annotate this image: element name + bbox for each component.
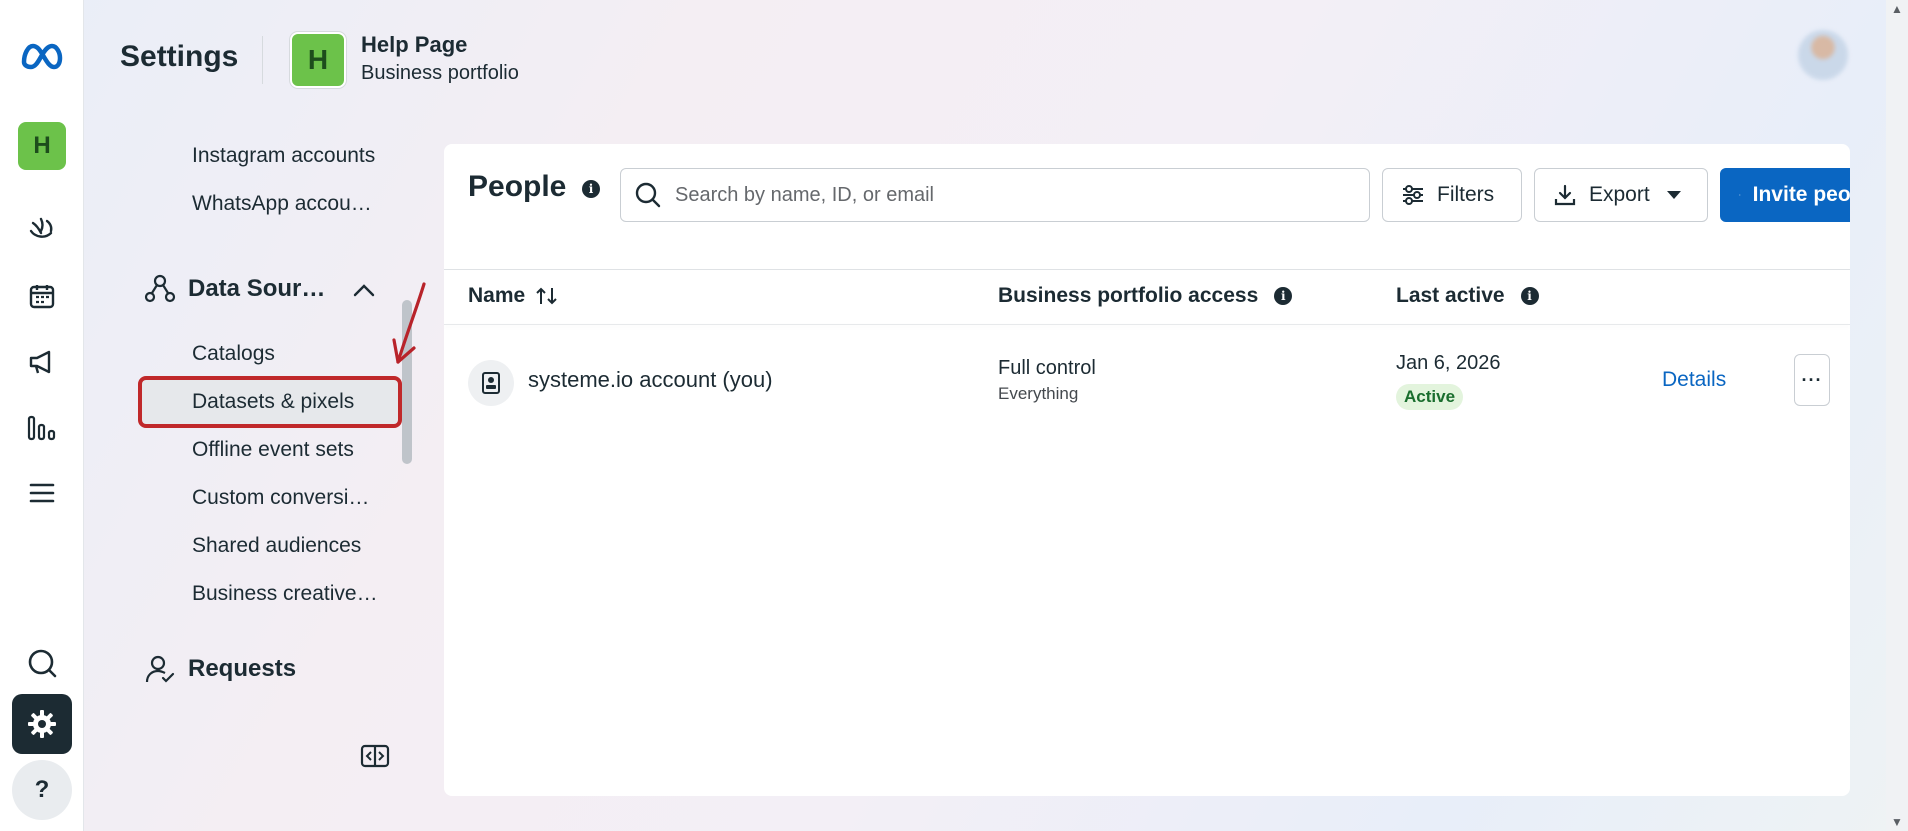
divider — [444, 324, 1850, 325]
calendar-icon[interactable] — [0, 276, 84, 316]
export-button[interactable]: Export — [1534, 168, 1708, 222]
page-scrollbar[interactable]: ▲ ▼ — [1886, 0, 1908, 831]
data-sources-icon — [144, 274, 176, 303]
chevron-up-icon[interactable] — [352, 282, 376, 298]
left-rail: H ? — [0, 0, 84, 831]
scroll-down-arrow-icon[interactable]: ▼ — [1891, 815, 1903, 829]
collapse-sidebar-icon[interactable] — [360, 744, 390, 768]
sidebar-section-label: Requests — [188, 655, 297, 682]
sort-icon[interactable] — [535, 286, 559, 306]
invite-label: Invite people — [1752, 183, 1850, 206]
sidebar-item-instagram-accounts[interactable]: Instagram accounts — [192, 144, 375, 168]
search-input[interactable] — [675, 183, 1335, 207]
settings-button[interactable] — [12, 694, 72, 754]
column-header-name[interactable]: Name — [468, 284, 559, 308]
column-header-label: Name — [468, 284, 526, 307]
export-label: Export — [1589, 183, 1650, 206]
requests-icon — [145, 655, 175, 683]
column-header-access: Business portfolio access i — [998, 284, 1293, 308]
search-icon[interactable] — [0, 643, 84, 683]
gear-icon — [28, 710, 56, 738]
divider — [444, 269, 1850, 270]
profile-avatar[interactable] — [1798, 30, 1848, 80]
info-icon[interactable]: i — [1274, 287, 1293, 305]
business-name[interactable]: Help Page — [361, 32, 467, 58]
access-level: Full control — [998, 357, 1096, 379]
info-icon[interactable]: i — [1520, 287, 1539, 305]
column-header-label: Business portfolio access — [998, 284, 1259, 307]
people-panel: People i Filters Export Invite people Na… — [444, 144, 1850, 796]
business-suite-icon[interactable] — [0, 208, 84, 248]
sidebar-item-business-creative[interactable]: Business creative… — [192, 582, 378, 606]
sidebar-section-requests[interactable]: Requests — [144, 654, 296, 684]
sidebar-section-label: Data Sour… — [188, 275, 326, 302]
help-button[interactable]: ? — [12, 760, 72, 820]
sidebar-item-offline-event-sets[interactable]: Offline event sets — [192, 438, 354, 462]
megaphone-icon[interactable] — [0, 342, 84, 382]
scroll-up-arrow-icon[interactable]: ▲ — [1891, 2, 1903, 16]
business-avatar[interactable]: H — [290, 32, 346, 88]
people-title: People — [468, 170, 567, 203]
plus-icon — [1739, 194, 1741, 196]
access-detail: Everything — [998, 384, 1079, 403]
user-name[interactable]: systeme.io account (you) — [528, 367, 773, 393]
help-icon: ? — [34, 776, 50, 803]
last-active-date: Jan 6, 2026 — [1396, 352, 1501, 374]
invite-people-button[interactable]: Invite people — [1720, 168, 1850, 222]
column-header-label: Last active — [1396, 284, 1505, 307]
status-badge: Active — [1396, 384, 1464, 410]
filters-label: Filters — [1437, 183, 1495, 206]
column-header-last-active: Last active i — [1396, 284, 1539, 308]
annotation-arrow — [392, 282, 426, 364]
insights-icon[interactable] — [0, 408, 84, 448]
settings-sidebar: Instagram accounts WhatsApp accou… Data … — [130, 130, 420, 730]
more-icon: ··· — [1801, 369, 1823, 390]
header-divider — [262, 36, 263, 84]
business-avatar-small[interactable]: H — [18, 122, 66, 170]
sidebar-item-catalogs[interactable]: Catalogs — [192, 342, 275, 366]
business-type: Business portfolio — [361, 62, 519, 84]
sidebar-item-shared-audiences[interactable]: Shared audiences — [192, 534, 361, 558]
meta-logo[interactable] — [0, 32, 84, 80]
info-icon[interactable]: i — [582, 180, 600, 198]
search-icon — [635, 182, 661, 208]
download-icon — [1554, 184, 1576, 206]
details-link[interactable]: Details — [1662, 368, 1726, 392]
sidebar-section-data-sources[interactable]: Data Sour… — [144, 274, 325, 304]
page-title: Settings — [120, 40, 239, 73]
more-options-button[interactable]: ··· — [1794, 354, 1830, 406]
search-box[interactable] — [620, 168, 1370, 222]
sidebar-item-custom-conversions[interactable]: Custom conversi… — [192, 486, 369, 510]
caret-down-icon — [1666, 191, 1681, 199]
menu-icon[interactable] — [0, 473, 84, 513]
filters-button[interactable]: Filters — [1382, 168, 1522, 222]
sidebar-item-whatsapp-accounts[interactable]: WhatsApp accou… — [192, 192, 372, 216]
person-badge-icon — [468, 360, 514, 406]
sidebar-item-datasets-pixels[interactable]: Datasets & pixels — [192, 390, 354, 414]
filters-icon — [1403, 185, 1423, 205]
